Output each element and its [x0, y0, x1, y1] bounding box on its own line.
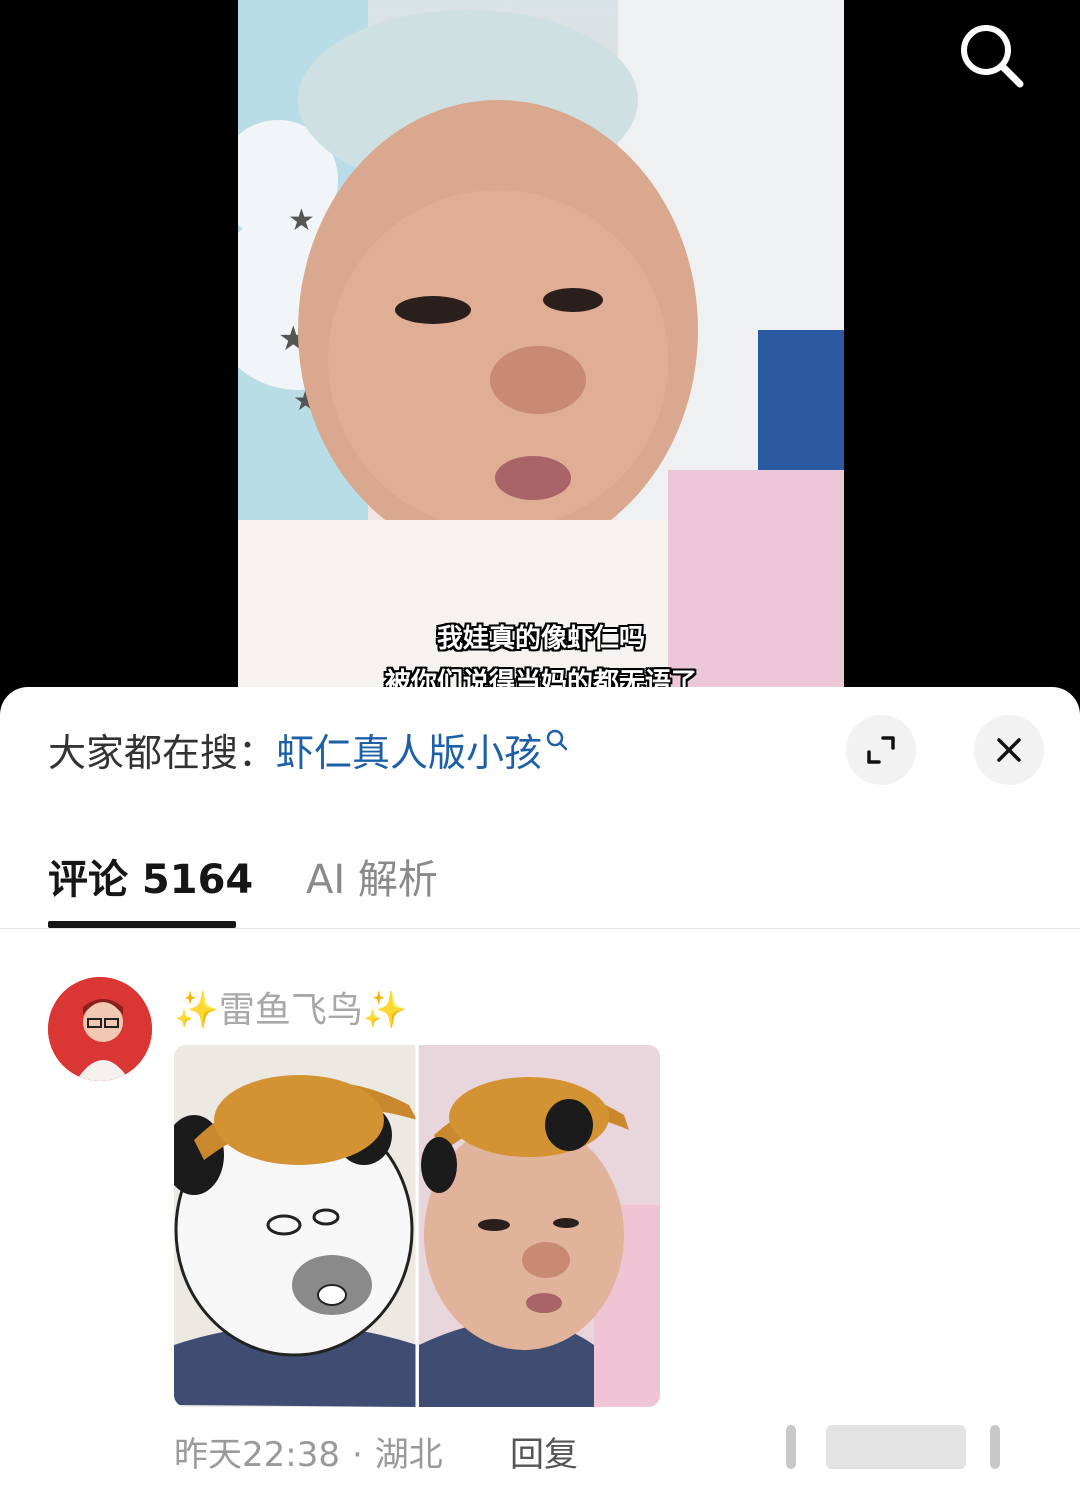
comment-sheet: 大家都在搜： 虾仁真人版小孩 评论 5164 AI 解析 ✨雷鱼飞鸟✨ 昨天22…	[0, 687, 1080, 1495]
user-avatar-image	[48, 977, 152, 1081]
reply-button[interactable]: 回复	[510, 1427, 578, 1476]
meme-comparison-image	[174, 1045, 660, 1407]
expand-button[interactable]	[846, 715, 916, 785]
sparkle-icon: ✨	[174, 990, 219, 1031]
comment-time: 昨天22:38	[174, 1435, 340, 1475]
close-icon	[997, 738, 1021, 762]
like-button[interactable]	[780, 1421, 1010, 1475]
comment-item: ✨雷鱼飞鸟✨ 昨天22:38 · 湖北 回复	[0, 947, 1080, 1495]
video-subtitle-line1: 我娃真的像虾仁吗	[436, 624, 645, 654]
search-button[interactable]	[950, 14, 1030, 94]
comment-meta: 昨天22:38 · 湖北	[174, 1427, 443, 1476]
svg-text:★: ★	[288, 203, 315, 238]
tab-bar: 评论 5164 AI 解析	[0, 827, 1080, 929]
comment-image[interactable]	[174, 1045, 660, 1407]
sparkle-icon: ✨	[362, 990, 408, 1031]
meta-separator: ·	[351, 1435, 363, 1475]
hot-search-link[interactable]: 虾仁真人版小孩	[276, 722, 542, 777]
hot-search-prefix: 大家都在搜：	[48, 730, 277, 775]
small-search-icon	[546, 729, 568, 751]
avatar[interactable]	[48, 977, 152, 1081]
close-button[interactable]	[974, 715, 1044, 785]
comment-location: 湖北	[374, 1435, 443, 1475]
video-frame[interactable]: ★ ★ ★ 我娃真的像虾仁吗 被你们说得当妈的都无语了	[238, 0, 844, 700]
hot-search-bar: 大家都在搜： 虾仁真人版小孩	[48, 725, 570, 775]
username-text: 雷鱼飞鸟	[218, 990, 363, 1031]
comment-username[interactable]: ✨雷鱼飞鸟✨	[174, 981, 408, 1033]
baby-video-image: ★ ★ ★	[238, 0, 844, 700]
video-player[interactable]: ★ ★ ★ 我娃真的像虾仁吗 被你们说得当妈的都无语了	[0, 0, 1080, 700]
expand-icon	[867, 736, 895, 764]
active-tab-indicator	[48, 921, 236, 928]
like-icon	[786, 1425, 1000, 1469]
search-icon	[961, 25, 1024, 88]
tab-ai-analysis[interactable]: AI 解析	[306, 847, 438, 905]
tab-comments[interactable]: 评论 5164	[48, 847, 253, 905]
